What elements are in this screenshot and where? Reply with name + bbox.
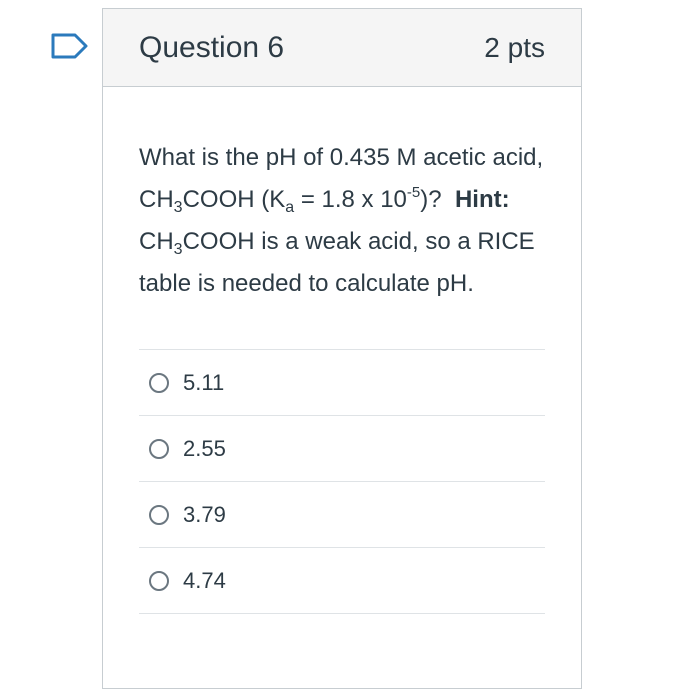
- answer-label: 3.79: [183, 501, 226, 527]
- answer-option[interactable]: 4.74: [139, 548, 545, 614]
- hint-label: Hint:: [454, 186, 510, 213]
- answer-label: 5.11: [183, 369, 225, 395]
- answer-option[interactable]: 5.11: [139, 350, 545, 416]
- radio-button[interactable]: [149, 372, 169, 393]
- question-points: 2 pts: [484, 31, 545, 63]
- answer-option[interactable]: 2.55: [139, 416, 545, 482]
- radio-button[interactable]: [149, 570, 169, 591]
- question-header: Question 6 2 pts: [103, 9, 581, 87]
- question-title: Question 6: [139, 30, 285, 64]
- question-card: Question 6 2 pts What is the pH of 0.435…: [102, 8, 582, 689]
- question-text: What is the pH of 0.435 M acetic acid, C…: [139, 144, 544, 297]
- bookmark-flag-icon[interactable]: [50, 32, 90, 60]
- radio-button[interactable]: [149, 438, 169, 459]
- answer-label: 2.55: [183, 435, 226, 461]
- question-body: What is the pH of 0.435 M acetic acid, C…: [103, 87, 581, 614]
- answer-option[interactable]: 3.79: [139, 482, 545, 548]
- answer-list: 5.11 2.55 3.79 4.74: [139, 349, 545, 614]
- answer-label: 4.74: [183, 567, 226, 593]
- radio-button[interactable]: [149, 504, 169, 525]
